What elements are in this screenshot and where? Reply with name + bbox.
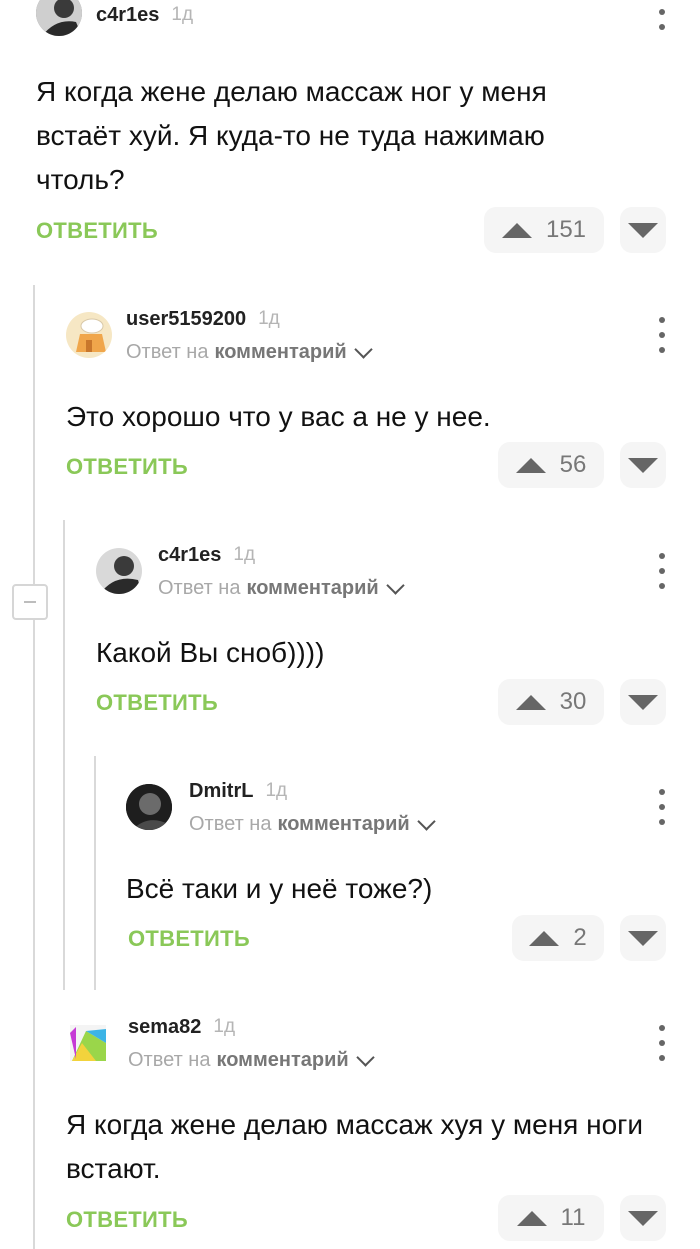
chevron-down-icon [416,812,436,831]
more-vertical-icon[interactable] [658,0,666,30]
comment-text: Какой Вы сноб)))) [96,637,325,668]
upvote-button[interactable]: 56 [498,442,604,488]
thread-line-level-2 [63,520,65,990]
reply-to-comment-link[interactable]: комментарий [277,813,409,836]
comment-time: 1д [213,1016,236,1037]
reply-to-prefix: Ответ на [126,341,209,363]
avatar[interactable] [66,312,112,358]
avatar-image [36,0,82,36]
reply-button[interactable]: ОТВЕТИТЬ [66,1207,188,1233]
comment-header: DmitrL 1д [189,776,287,806]
reply-to-prefix: Ответ на [158,577,241,599]
upvote-button[interactable]: 30 [498,679,604,725]
arrow-up-icon [516,1210,547,1226]
comment-score: 56 [559,451,587,478]
reply-to-link[interactable]: Ответ на комментарий [189,812,436,836]
comment-score: 11 [560,1204,586,1231]
comment-time: 1д [233,544,256,565]
avatar[interactable] [126,784,172,830]
arrow-up-icon [501,222,532,238]
upvote-button[interactable]: 11 [498,1195,604,1241]
downvote-button[interactable] [620,679,666,725]
author-name[interactable]: user5159200 [126,308,246,331]
arrow-up-icon [515,694,546,710]
reply-to-prefix: Ответ на [128,1049,211,1071]
thread-line-level-3 [94,756,96,990]
downvote-button[interactable] [620,207,666,253]
avatar[interactable] [36,0,82,36]
chevron-down-icon [355,1048,375,1067]
arrow-down-icon [628,457,658,473]
reply-to-comment-link[interactable]: комментарий [216,1049,348,1072]
downvote-button[interactable] [620,915,666,961]
comment-score: 151 [545,216,587,243]
avatar[interactable] [96,548,142,594]
reply-to-comment-link[interactable]: комментарий [214,341,346,364]
more-vertical-icon[interactable] [658,1025,666,1061]
comment-time: 1д [171,4,194,25]
arrow-up-icon [529,930,560,946]
author-name[interactable]: c4r1es [158,544,221,567]
author-name[interactable]: c4r1es [96,4,159,27]
comment-text: Всё таки и у неё тоже?) [126,873,433,904]
downvote-button[interactable] [620,442,666,488]
comment-text: Это хорошо что у вас а не у нее. [66,401,491,432]
thread-line-level-1 [33,285,35,1249]
chevron-down-icon [385,576,405,595]
chevron-down-icon [353,340,373,359]
comment-text: Я когда жене делаю массаж ног у меня вст… [36,76,547,195]
reply-to-link[interactable]: Ответ на комментарий [158,576,405,600]
author-name[interactable]: DmitrL [189,780,253,803]
comment-header: c4r1es 1д [96,0,193,30]
reply-to-prefix: Ответ на [189,813,272,835]
comment-header: user5159200 1д [126,304,280,334]
comment-header: c4r1es 1д [158,540,255,570]
comment-time: 1д [265,780,288,801]
reply-button[interactable]: ОТВЕТИТЬ [128,926,250,952]
author-name[interactable]: sema82 [128,1016,201,1039]
reply-button[interactable]: ОТВЕТИТЬ [96,690,218,716]
collapse-thread-button[interactable] [12,584,48,620]
arrow-down-icon [628,694,658,710]
comment-header: sema82 1д [128,1012,235,1042]
comment-score: 30 [559,688,587,715]
downvote-button[interactable] [620,1195,666,1241]
avatar-image [96,548,142,594]
arrow-down-icon [628,1210,658,1226]
comment-time: 1д [258,308,280,329]
reply-to-comment-link[interactable]: комментарий [246,577,378,600]
reply-to-link[interactable]: Ответ на комментарий [126,340,373,364]
avatar[interactable] [66,1023,110,1063]
comment-score: 2 [573,924,587,951]
comment-text: Я когда жене делаю массаж хуя у меня ног… [66,1109,643,1184]
upvote-button[interactable]: 2 [512,915,604,961]
reply-button[interactable]: ОТВЕТИТЬ [36,218,158,244]
arrow-up-icon [515,457,546,473]
reply-to-link[interactable]: Ответ на комментарий [128,1048,375,1072]
arrow-down-icon [628,930,658,946]
reply-button[interactable]: ОТВЕТИТЬ [66,454,188,480]
avatar-image [66,1023,110,1063]
avatar-image [126,784,172,830]
upvote-button[interactable]: 151 [484,207,604,253]
more-vertical-icon[interactable] [658,553,666,589]
avatar-image [66,312,112,358]
more-vertical-icon[interactable] [658,789,666,825]
arrow-down-icon [628,222,658,238]
more-vertical-icon[interactable] [658,317,666,353]
